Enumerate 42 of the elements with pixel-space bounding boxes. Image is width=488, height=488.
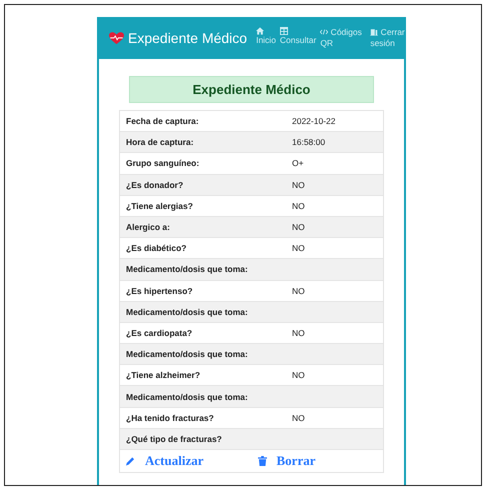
field-value: NO: [291, 412, 305, 423]
field-label: Hora de captura:: [125, 137, 195, 148]
nav-link[interactable]: Códigos QR: [320, 27, 366, 49]
pencil-icon: [126, 456, 135, 466]
field-label: Medicamento/dosis que toma:: [125, 306, 249, 317]
field-label: Medicamento/dosis que toma:: [125, 392, 249, 402]
field-label: ¿Tiene alergias?: [125, 200, 194, 211]
field-label: ¿Tiene alzheimer?: [125, 370, 202, 380]
home-icon: [256, 27, 264, 35]
field-label: Grupo sanguíneo:: [125, 158, 200, 168]
action-link[interactable]: Actualizar: [120, 453, 252, 469]
field-label: ¿Qué tipo de fracturas?: [125, 434, 223, 444]
field-label: ¿Es diabético?: [125, 243, 188, 254]
field-label: ¿Es hipertenso?: [125, 286, 194, 296]
field-label: Medicamento/dosis que toma:: [125, 349, 249, 360]
field-value: 2022-10-22: [291, 116, 336, 126]
table-icon: [280, 27, 288, 35]
field-value: O+: [291, 158, 304, 168]
field-value: 16:58:00: [291, 137, 326, 148]
field-label: ¿Es cardiopata?: [125, 328, 194, 338]
field-value: NO: [291, 180, 305, 190]
field-value: NO: [291, 370, 305, 380]
field-label: Medicamento/dosis que toma:: [125, 264, 249, 274]
action-link[interactable]: Borrar: [252, 453, 383, 469]
field-label: ¿Ha tenido fracturas?: [125, 412, 215, 423]
field-label: Fecha de captura:: [125, 116, 200, 126]
trash-icon: [258, 456, 266, 466]
field-label: Alergico a:: [125, 222, 171, 232]
field-value: NO: [291, 286, 305, 296]
code-icon: [320, 28, 328, 36]
nav-link[interactable]: Cerrar sesión: [370, 27, 408, 49]
door-icon: [370, 28, 378, 36]
nav-link[interactable]: Consultar: [280, 27, 316, 46]
field-value: NO: [291, 243, 305, 254]
field-value: NO: [291, 200, 305, 211]
heart-pulse-icon: [109, 32, 124, 44]
brand-title[interactable]: Expediente Médico: [128, 30, 248, 46]
field-value: NO: [291, 328, 305, 338]
field-label: ¿Es donador?: [125, 180, 184, 190]
section-heading: Expediente Médico: [129, 76, 374, 103]
nav-link[interactable]: Inicio: [256, 27, 276, 46]
field-value: NO: [291, 222, 305, 232]
